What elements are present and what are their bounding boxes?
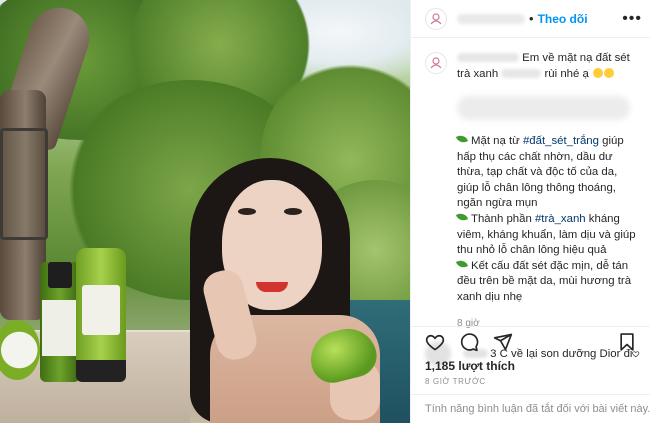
bottle-label <box>42 300 78 356</box>
avatar[interactable] <box>425 52 447 74</box>
more-options-icon[interactable]: ••• <box>622 10 642 28</box>
separator-dot: • <box>529 11 534 26</box>
person <box>150 150 410 423</box>
eye <box>284 208 302 215</box>
leaf-icon <box>455 133 469 145</box>
eye <box>238 208 256 215</box>
post-photo[interactable] <box>0 0 410 423</box>
caption-line-2-end: rùi nhé ạ <box>544 68 589 80</box>
share-icon[interactable] <box>493 332 513 352</box>
description-paragraph: Thành phần #trà_xanh kháng viêm, kháng k… <box>455 211 640 259</box>
username-redacted[interactable] <box>457 13 525 24</box>
description-paragraph: Mặt nạ từ #đất_sét_trắng giúp hấp thụ cá… <box>455 133 640 212</box>
post-description: Mặt nạ từ #đất_sét_trắng giúp hấp thụ cá… <box>455 133 640 306</box>
smile-emoji-icon <box>593 68 604 78</box>
heart-icon[interactable] <box>425 332 445 352</box>
post-sidebar: • Theo dõi ••• Em về mặt nạ đất sét trà … <box>410 0 650 423</box>
leaf-icon <box>455 258 469 270</box>
bookmark-icon[interactable] <box>617 332 637 352</box>
text: Mặt nạ từ <box>471 135 523 147</box>
hashtag-link[interactable]: #trà_xanh <box>535 213 586 225</box>
text: Thành phần <box>471 212 535 225</box>
tube-label <box>82 285 120 335</box>
action-bar <box>411 326 650 356</box>
hashtag-link[interactable]: #đất_sét_trắng <box>523 135 599 147</box>
caption-line-2-start: trà xanh <box>457 68 499 80</box>
post-header: • Theo dõi ••• <box>411 0 650 38</box>
post-timestamp[interactable]: 8 GIỜ TRƯỚC <box>425 377 486 386</box>
brand-avatar-icon <box>430 57 442 69</box>
username-redacted[interactable] <box>457 53 519 63</box>
comments-disabled-notice: Tính năng bình luận đã tắt đối với bài v… <box>411 394 650 423</box>
brand-avatar-icon <box>430 12 442 24</box>
bottle-cap <box>48 262 72 288</box>
description-paragraph: Kết cấu đất sét đặc mịn, dễ tán đều trên… <box>455 258 640 306</box>
follow-button[interactable]: Theo dõi <box>538 12 588 26</box>
text: Kết cấu đất sét đặc mịn, dễ tán đều trên… <box>457 259 632 303</box>
leaf-icon <box>455 211 469 223</box>
caption-line-1: Em về mặt nạ đất sét <box>522 52 630 64</box>
like-count[interactable]: 1,185 lượt thích <box>425 359 515 373</box>
redacted-text <box>501 69 542 79</box>
redacted-text <box>457 96 630 120</box>
comment-icon[interactable] <box>459 332 479 352</box>
lips <box>256 282 288 292</box>
avatar[interactable] <box>425 7 447 30</box>
lantern <box>0 128 48 240</box>
smile-emoji-icon <box>604 68 615 78</box>
caption: Em về mặt nạ đất sét trà xanh rùi nhé ạ <box>411 38 650 82</box>
tube-cap <box>76 360 126 382</box>
caption-text: Em về mặt nạ đất sét trà xanh rùi nhé ạ <box>457 50 630 82</box>
